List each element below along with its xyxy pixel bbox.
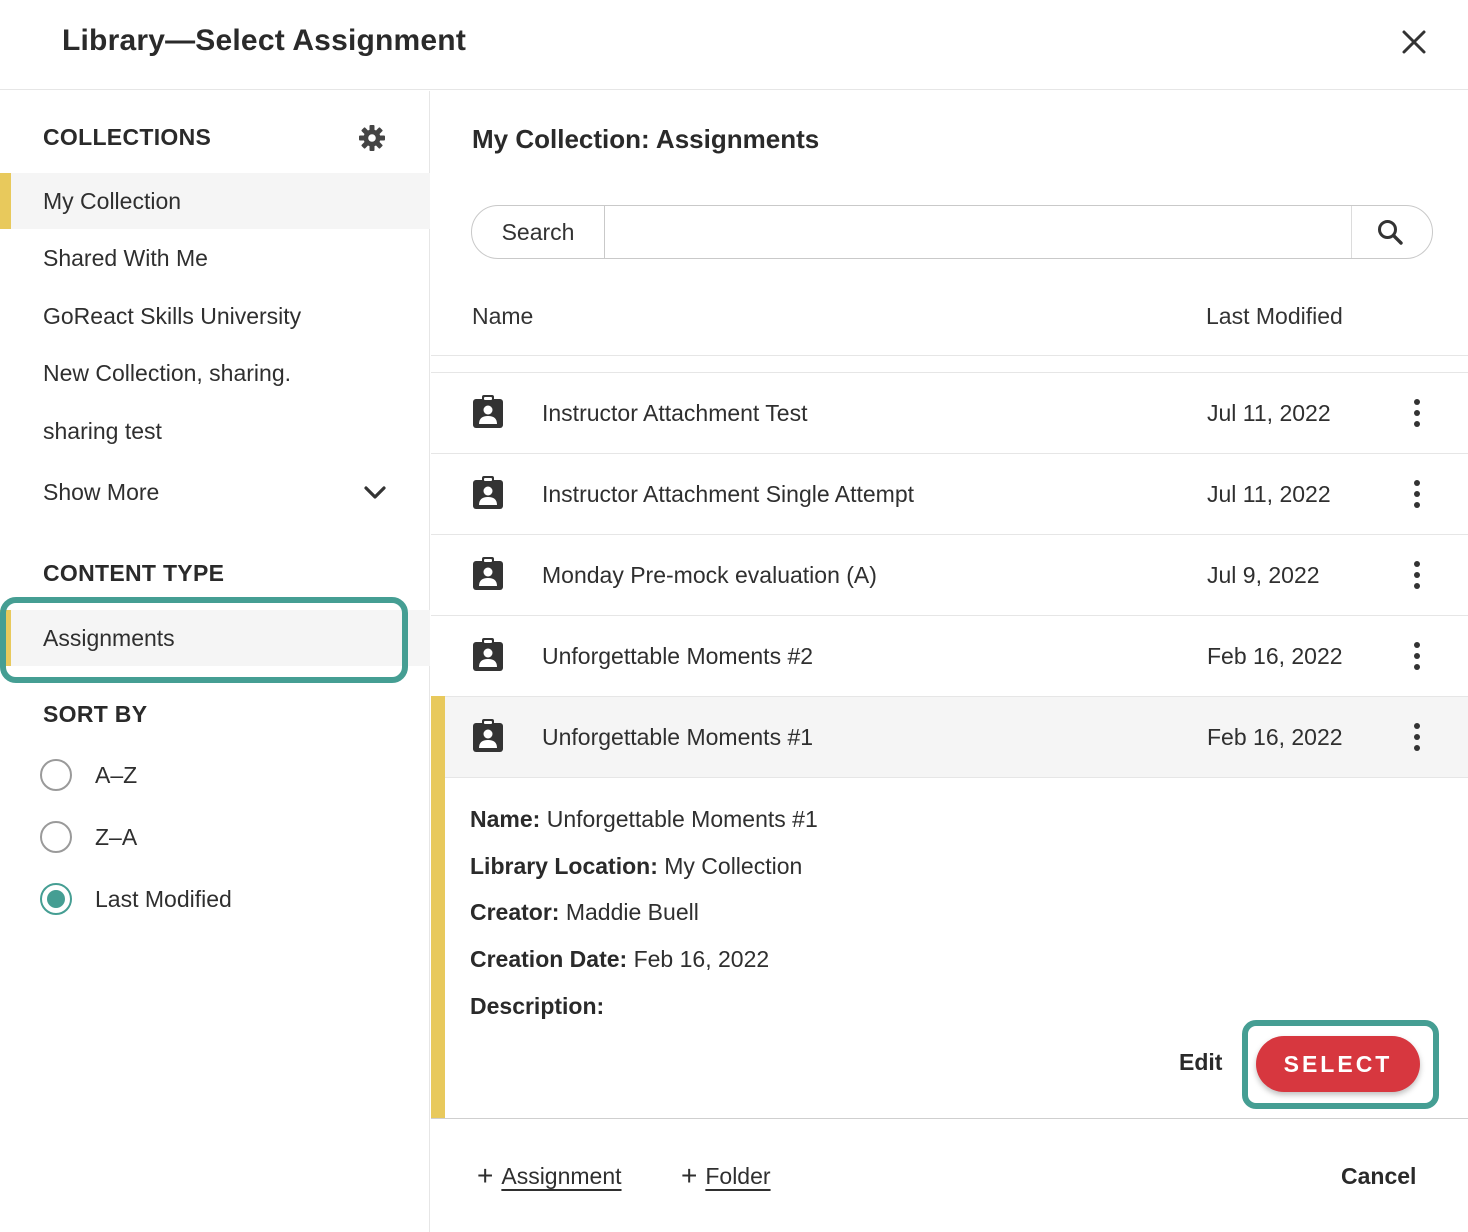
edit-button[interactable]: Edit (1179, 1049, 1222, 1076)
detail-value: Maddie Buell (565, 899, 699, 925)
detail-library-location: Library Location: My Collection (470, 853, 802, 880)
dialog-title: Library—Select Assignment (62, 24, 467, 57)
row-name: Instructor Attachment Test (542, 399, 808, 426)
detail-value: Feb 16, 2022 (633, 946, 770, 972)
sort-option-label: Z–A (95, 823, 138, 850)
radio-button-checked[interactable] (40, 883, 72, 915)
kebab-menu-icon[interactable] (1405, 559, 1429, 591)
clipboard-user-icon (472, 638, 504, 672)
sort-option-last-modified[interactable]: Last Modified (40, 879, 232, 919)
column-header-name[interactable]: Name (472, 303, 533, 330)
page-title: My Collection: Assignments (472, 124, 820, 154)
table-row-selected[interactable]: Unforgettable Moments #1 Feb 16, 2022 (431, 697, 1468, 778)
row-date: Jul 11, 2022 (1207, 399, 1331, 426)
sort-option-a-z[interactable]: A–Z (40, 755, 137, 795)
search-divider (1351, 206, 1352, 258)
row-name: Monday Pre-mock evaluation (A) (542, 561, 877, 588)
divider (431, 355, 1468, 356)
column-header-last-modified[interactable]: Last Modified (1206, 303, 1343, 330)
add-folder-button[interactable]: + Folder (681, 1162, 771, 1190)
clipboard-user-icon (472, 395, 504, 429)
chevron-down-icon (363, 482, 387, 502)
select-button[interactable]: SELECT (1256, 1036, 1420, 1092)
kebab-menu-icon[interactable] (1405, 397, 1429, 429)
detail-label: Name: (470, 806, 541, 832)
detail-label: Creation Date: (470, 946, 628, 972)
table-row[interactable]: Instructor Attachment Single Attempt Jul… (431, 454, 1468, 535)
detail-value: My Collection (664, 853, 803, 879)
plus-icon: + (681, 1160, 698, 1191)
search-label: Search (472, 206, 605, 258)
sidebar-item-label: sharing test (43, 417, 162, 444)
sidebar: COLLECTIONS My Collection Shared With Me… (0, 91, 430, 1232)
divider (431, 1118, 1468, 1119)
add-assignment-label: Assignment (501, 1162, 622, 1189)
sidebar-item-label: My Collection (43, 187, 182, 214)
row-date: Feb 16, 2022 (1207, 723, 1343, 750)
dialog-header: Library—Select Assignment (0, 0, 1468, 90)
sort-option-label: Last Modified (95, 885, 232, 912)
detail-value: Unforgettable Moments #1 (546, 806, 818, 832)
radio-button[interactable] (40, 821, 72, 853)
kebab-menu-icon[interactable] (1405, 721, 1429, 753)
detail-label: Creator: (470, 899, 560, 925)
sidebar-item-new-collection-sharing[interactable]: New Collection, sharing. (0, 345, 430, 401)
table-row[interactable]: Unforgettable Moments #2 Feb 16, 2022 (431, 616, 1468, 697)
radio-button[interactable] (40, 759, 72, 791)
table-row[interactable]: Monday Pre-mock evaluation (A) Jul 9, 20… (431, 535, 1468, 616)
selection-indicator (431, 696, 445, 1118)
detail-description: Description: (470, 993, 604, 1020)
search-bar: Search (471, 205, 1433, 259)
row-date: Feb 16, 2022 (1207, 642, 1343, 669)
clipboard-user-icon (472, 476, 504, 510)
close-icon[interactable] (1396, 24, 1432, 60)
sidebar-item-label: Shared With Me (43, 244, 208, 271)
row-date: Jul 9, 2022 (1207, 561, 1320, 588)
sidebar-item-my-collection[interactable]: My Collection (0, 173, 430, 229)
row-name: Unforgettable Moments #2 (542, 642, 814, 669)
detail-creator: Creator: Maddie Buell (470, 899, 699, 926)
show-more-label: Show More (43, 478, 160, 505)
show-more-toggle[interactable]: Show More (0, 464, 430, 520)
search-icon[interactable] (1376, 218, 1404, 246)
detail-label: Library Location: (470, 853, 658, 879)
cancel-button[interactable]: Cancel (1341, 1163, 1416, 1190)
table-row[interactable]: Instructor Attachment Test Jul 11, 2022 (431, 373, 1468, 454)
search-input[interactable] (606, 207, 1351, 257)
gear-icon[interactable] (358, 124, 386, 152)
sort-option-z-a[interactable]: Z–A (40, 817, 137, 857)
row-date: Jul 11, 2022 (1207, 480, 1331, 507)
collections-heading: COLLECTIONS (43, 124, 212, 150)
content-type-assignments[interactable]: Assignments (0, 610, 430, 666)
kebab-menu-icon[interactable] (1405, 478, 1429, 510)
clipboard-user-icon (472, 557, 504, 591)
sidebar-item-goreact-skills-university[interactable]: GoReact Skills University (0, 288, 430, 344)
plus-icon: + (477, 1160, 494, 1191)
detail-name: Name: Unforgettable Moments #1 (470, 806, 818, 833)
sidebar-item-shared-with-me[interactable]: Shared With Me (0, 230, 430, 286)
row-name: Instructor Attachment Single Attempt (542, 480, 915, 507)
sort-option-label: A–Z (95, 761, 138, 788)
content-type-label: Assignments (43, 624, 175, 651)
row-name: Unforgettable Moments #1 (542, 723, 814, 750)
detail-creation-date: Creation Date: Feb 16, 2022 (470, 946, 769, 973)
main-panel: My Collection: Assignments Search Name L… (431, 91, 1468, 1232)
detail-label: Description: (470, 993, 605, 1019)
sidebar-item-sharing-test[interactable]: sharing test (0, 403, 430, 459)
sort-by-heading: SORT BY (43, 701, 148, 727)
sidebar-item-label: New Collection, sharing. (43, 359, 292, 386)
clipboard-user-icon (472, 719, 504, 753)
add-assignment-button[interactable]: + Assignment (477, 1162, 622, 1190)
kebab-menu-icon[interactable] (1405, 640, 1429, 672)
add-folder-label: Folder (705, 1162, 771, 1189)
content-type-heading: CONTENT TYPE (43, 560, 225, 586)
sidebar-item-label: GoReact Skills University (43, 302, 302, 329)
